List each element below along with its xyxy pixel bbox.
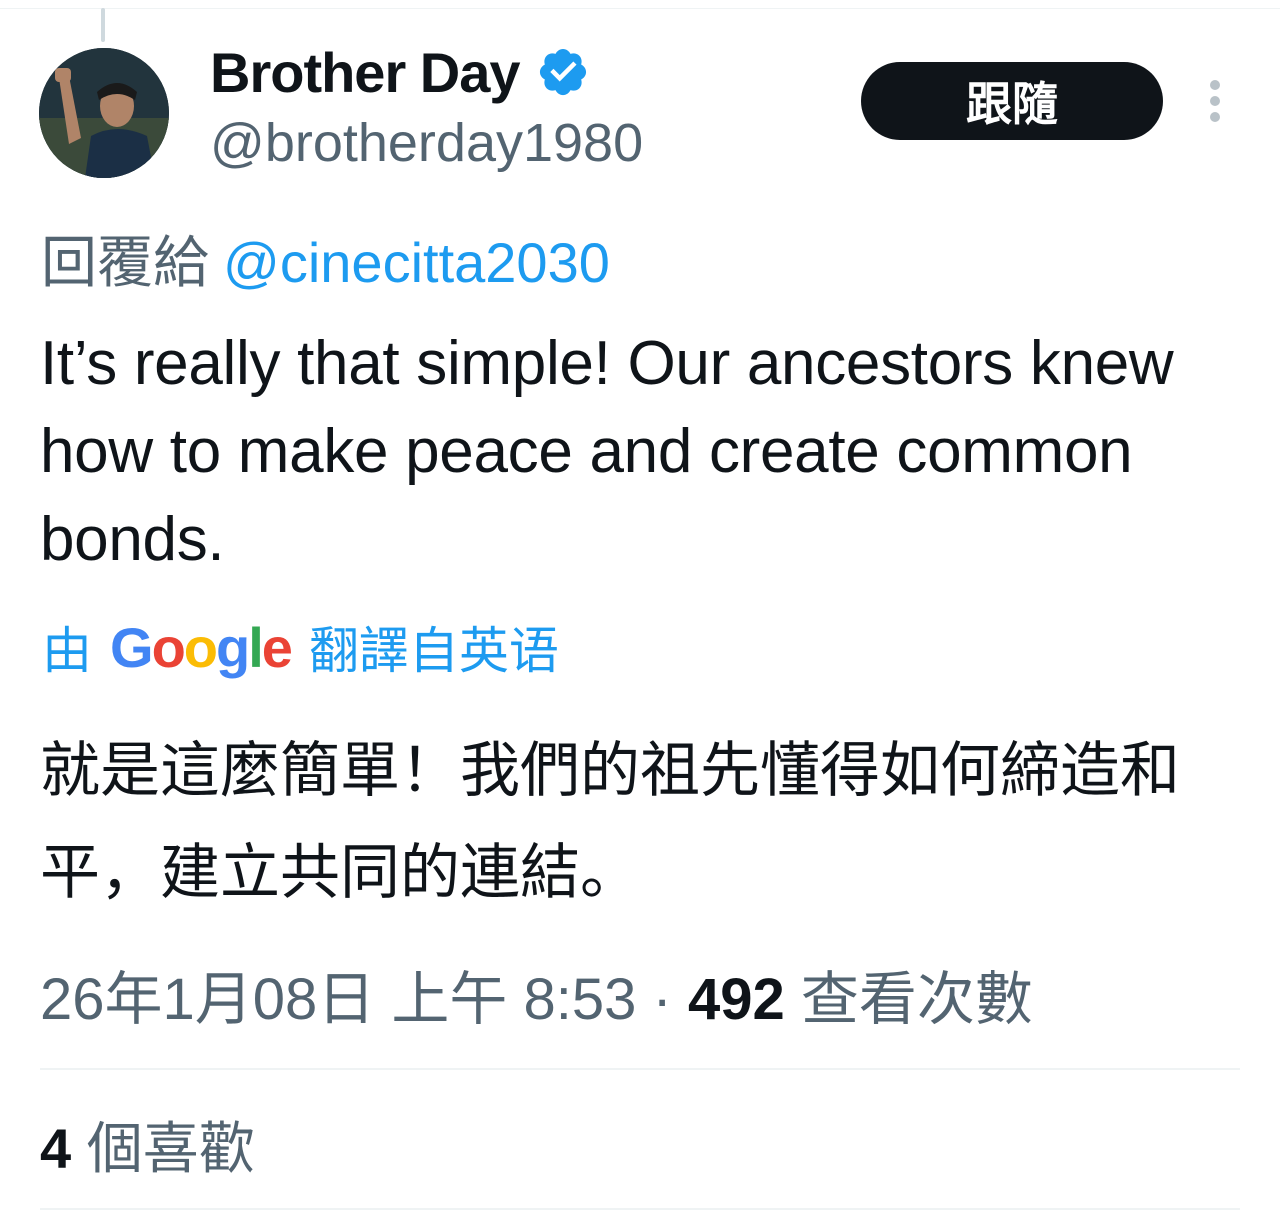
- author-handle[interactable]: @brotherday1980: [210, 112, 643, 174]
- author-display-name[interactable]: Brother Day: [210, 40, 521, 105]
- divider: [40, 1068, 1240, 1070]
- views-label: 查看次數: [800, 967, 1033, 1032]
- reply-prefix: 回覆給: [41, 231, 209, 294]
- meta-separator: ·: [652, 967, 672, 1032]
- likes-count: 4: [40, 1117, 72, 1180]
- top-divider: [0, 8, 1280, 9]
- tweet-text: It’s really that simple! Our ancestors k…: [40, 329, 1174, 574]
- reply-context: 回覆給 @cinecitta2030: [41, 218, 610, 299]
- views-count: 492: [687, 967, 785, 1032]
- avatar[interactable]: [39, 48, 169, 178]
- author-name-row: Brother Day: [210, 40, 590, 104]
- google-logo: Google: [110, 615, 293, 679]
- translation-prefix: 由: [42, 623, 92, 679]
- profile-photo: [39, 48, 169, 178]
- follow-button[interactable]: 跟隨: [861, 62, 1163, 140]
- reply-mention-link[interactable]: @cinecitta2030: [223, 231, 610, 294]
- verified-badge-icon: [539, 48, 586, 96]
- likes-link[interactable]: 4 個喜歡: [40, 1104, 255, 1185]
- timestamp-link[interactable]: 26年1月08日 上午 8:53: [40, 967, 636, 1032]
- translated-text: 就是這麼簡單！我們的祖先懂得如何締造和平，建立共同的連結。: [40, 736, 1180, 908]
- translation-attribution[interactable]: 由 Google 翻譯自英语: [42, 612, 559, 682]
- more-vertical-icon[interactable]: [1200, 78, 1230, 124]
- likes-label: 個喜歡: [86, 1117, 255, 1180]
- tweet-meta: 26年1月08日 上午 8:53 · 492 查看次數: [40, 952, 1033, 1036]
- bottom-divider: [40, 1208, 1240, 1210]
- translation-suffix: 翻譯自英语: [308, 623, 559, 679]
- thread-connector-line: [101, 8, 105, 42]
